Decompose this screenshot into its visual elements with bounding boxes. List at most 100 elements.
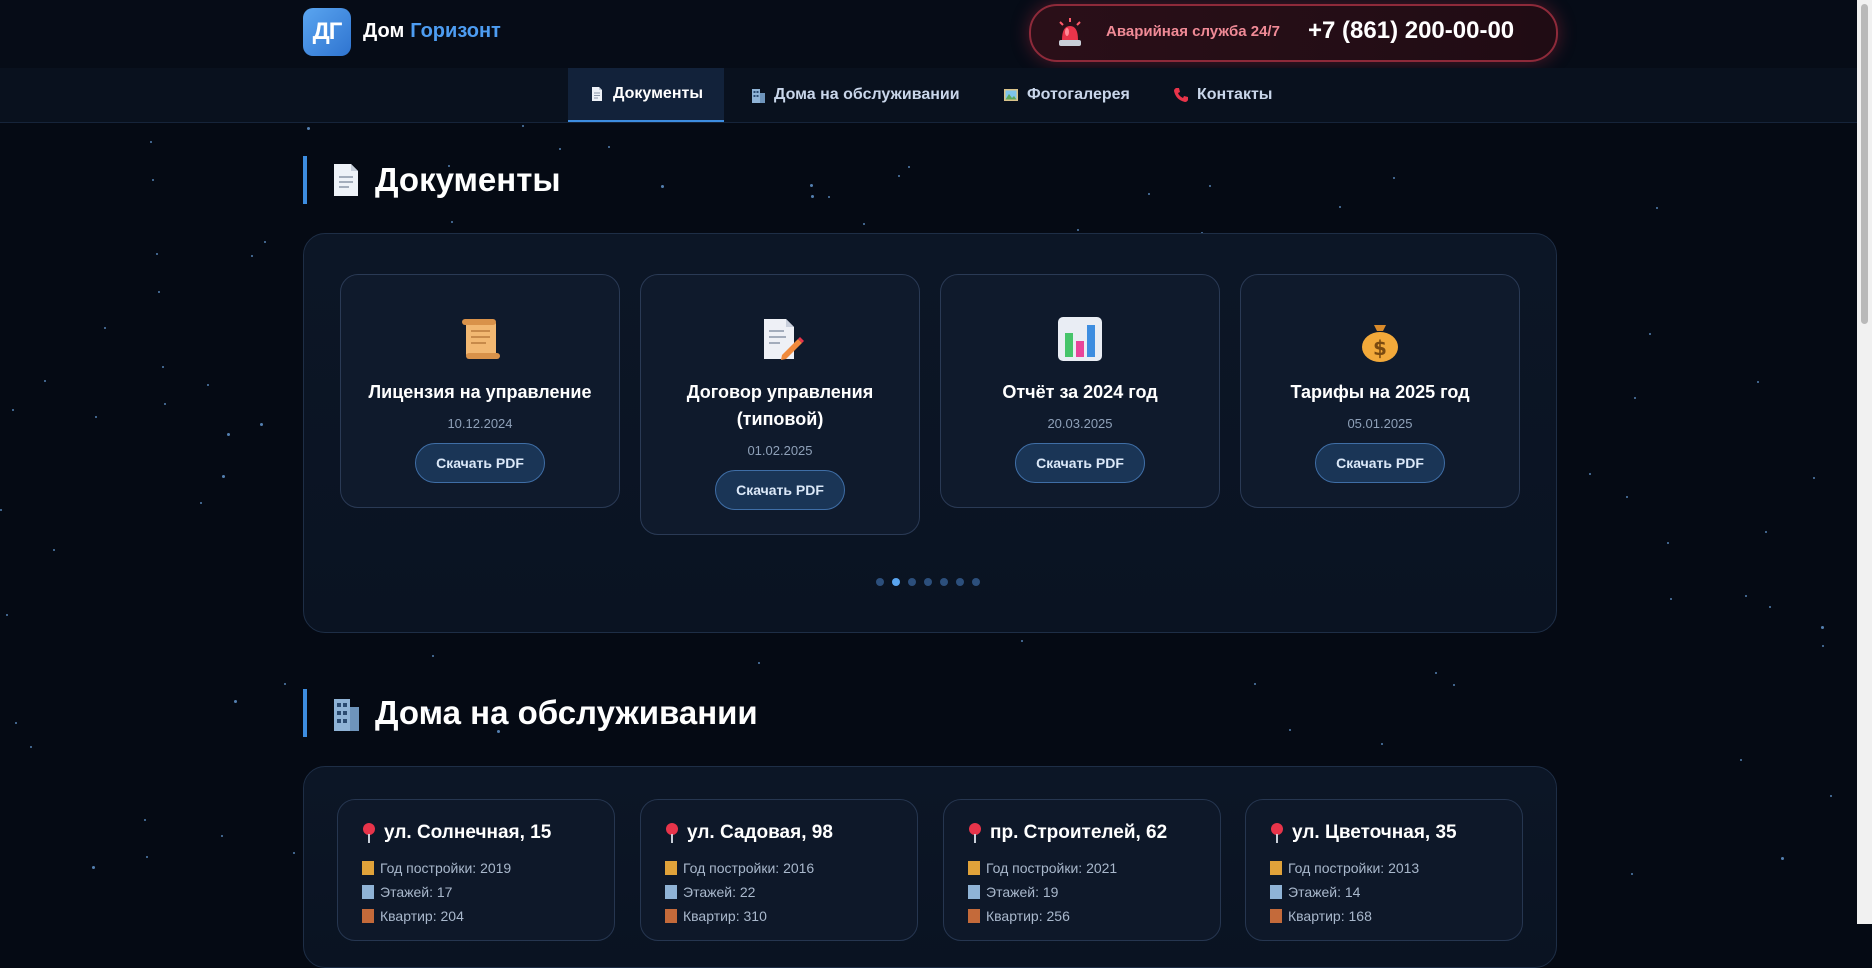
download-pdf-button[interactable]: Скачать PDF bbox=[1315, 443, 1445, 483]
construction-icon bbox=[362, 861, 374, 875]
document-icon bbox=[334, 164, 358, 196]
house-card[interactable]: ул. Садовая, 98 Год постройки: 2016 Этаж… bbox=[640, 799, 918, 941]
emergency-phone-link[interactable]: +7 (861) 200-00-00 bbox=[1308, 17, 1514, 45]
house-year-text: Год постройки: 2021 bbox=[986, 860, 1118, 876]
construction-icon bbox=[968, 861, 980, 875]
carousel-dot[interactable] bbox=[876, 578, 884, 586]
star-dot bbox=[293, 852, 295, 854]
houses-panel: ул. Солнечная, 15 Год постройки: 2019 Эт… bbox=[303, 766, 1557, 968]
house-card[interactable]: пр. Строителей, 62 Год постройки: 2021 Э… bbox=[943, 799, 1221, 941]
star-dot bbox=[156, 253, 158, 255]
document-date: 20.03.2025 bbox=[1047, 416, 1113, 431]
star-dot bbox=[150, 141, 152, 143]
house-floors: Этажей: 22 bbox=[665, 884, 755, 900]
house-year-text: Год постройки: 2016 bbox=[683, 860, 815, 876]
star-dot bbox=[1670, 598, 1672, 600]
star-dot bbox=[104, 327, 106, 329]
carousel-dot[interactable] bbox=[924, 578, 932, 586]
star-dot bbox=[164, 403, 166, 405]
star-dot bbox=[144, 819, 146, 821]
house-address-text: ул. Цветочная, 35 bbox=[1292, 822, 1457, 843]
document-title: Тарифы на 2025 год bbox=[1290, 382, 1470, 402]
scroll-icon bbox=[462, 319, 500, 359]
carousel-dot[interactable] bbox=[940, 578, 948, 586]
page-scrollbar[interactable] bbox=[1857, 0, 1872, 924]
star-dot bbox=[146, 856, 148, 858]
carousel-dot[interactable] bbox=[972, 578, 980, 586]
star-dot bbox=[661, 185, 664, 188]
house-floors-text: Этажей: 17 bbox=[380, 884, 453, 900]
download-pdf-button[interactable]: Скачать PDF bbox=[715, 470, 845, 510]
nav-item-contacts[interactable]: Контакты bbox=[1173, 68, 1272, 122]
document-icon bbox=[592, 87, 603, 101]
house-address: ул. Солнечная, 15 bbox=[362, 822, 551, 844]
house-year-text: Год постройки: 2019 bbox=[380, 860, 512, 876]
house-floors: Этажей: 19 bbox=[968, 884, 1058, 900]
star-dot bbox=[1381, 743, 1383, 745]
house-card[interactable]: ул. Цветочная, 35 Год постройки: 2013 Эт… bbox=[1245, 799, 1523, 941]
download-pdf-button[interactable]: Скачать PDF bbox=[415, 443, 545, 483]
nav-item-gallery[interactable]: Фотогалерея bbox=[1003, 68, 1130, 122]
star-dot bbox=[260, 423, 263, 426]
document-card: Отчёт за 2024 год 20.03.2025 Скачать PDF bbox=[940, 274, 1220, 508]
star-dot bbox=[1822, 645, 1824, 647]
document-card: Лицензия на управление 10.12.2024 Скачат… bbox=[340, 274, 620, 508]
house-floors: Этажей: 14 bbox=[1270, 884, 1360, 900]
phone-icon bbox=[1174, 88, 1188, 102]
star-dot bbox=[1667, 542, 1669, 544]
bar-chart-icon bbox=[1058, 317, 1102, 361]
star-dot bbox=[1453, 684, 1455, 686]
star-dot bbox=[432, 655, 434, 657]
house-floors: Этажей: 17 bbox=[362, 884, 452, 900]
star-dot bbox=[227, 433, 230, 436]
section-title-houses: Дома на обслуживании bbox=[303, 689, 758, 737]
star-dot bbox=[1393, 177, 1395, 179]
siren-icon bbox=[1059, 18, 1081, 46]
nav-item-houses[interactable]: Дома на обслуживании bbox=[750, 68, 960, 122]
star-dot bbox=[522, 125, 524, 127]
building-icon bbox=[362, 885, 374, 899]
house-flats-text: Квартир: 168 bbox=[1288, 908, 1372, 924]
star-dot bbox=[12, 409, 14, 411]
star-dot bbox=[44, 380, 46, 382]
star-dot bbox=[451, 221, 453, 223]
star-dot bbox=[284, 683, 286, 685]
carousel-dot[interactable] bbox=[956, 578, 964, 586]
star-dot bbox=[1021, 640, 1023, 642]
star-dot bbox=[1740, 759, 1742, 761]
house-flats: Квартир: 256 bbox=[968, 908, 1070, 924]
house-flats-text: Квартир: 256 bbox=[986, 908, 1070, 924]
document-title: Лицензия на управление bbox=[368, 382, 592, 402]
brand-name[interactable]: Дом Горизонт bbox=[363, 20, 501, 43]
door-icon bbox=[968, 909, 980, 923]
pin-icon bbox=[1271, 823, 1283, 843]
house-address: ул. Цветочная, 35 bbox=[1270, 822, 1457, 844]
star-dot bbox=[158, 291, 160, 293]
scrollbar-thumb[interactable] bbox=[1861, 4, 1868, 324]
house-address: ул. Садовая, 98 bbox=[665, 822, 833, 844]
carousel-dot[interactable] bbox=[908, 578, 916, 586]
star-dot bbox=[264, 241, 266, 243]
house-card[interactable]: ул. Солнечная, 15 Год постройки: 2019 Эт… bbox=[337, 799, 615, 941]
star-dot bbox=[200, 502, 202, 504]
star-dot bbox=[30, 746, 32, 748]
house-flats: Квартир: 204 bbox=[362, 908, 464, 924]
building-icon bbox=[1270, 885, 1282, 899]
star-dot bbox=[1821, 626, 1824, 629]
star-dot bbox=[1209, 185, 1211, 187]
house-flats: Квартир: 168 bbox=[1270, 908, 1372, 924]
nav-item-documents[interactable]: Документы bbox=[568, 68, 724, 122]
carousel-dot[interactable] bbox=[892, 578, 900, 586]
door-icon bbox=[362, 909, 374, 923]
star-dot bbox=[1589, 473, 1591, 475]
star-dot bbox=[15, 722, 17, 724]
emergency-banner[interactable]: Аварийная служба 24/7 +7 (861) 200-00-00 bbox=[1029, 4, 1558, 62]
logo[interactable]: ДГ bbox=[303, 8, 351, 56]
svg-text:$: $ bbox=[1373, 336, 1387, 360]
pin-icon bbox=[666, 823, 678, 843]
nav-label: Документы bbox=[613, 85, 703, 102]
star-dot bbox=[251, 255, 253, 257]
download-pdf-button[interactable]: Скачать PDF bbox=[1015, 443, 1145, 483]
star-dot bbox=[828, 196, 830, 198]
building-icon bbox=[665, 885, 677, 899]
